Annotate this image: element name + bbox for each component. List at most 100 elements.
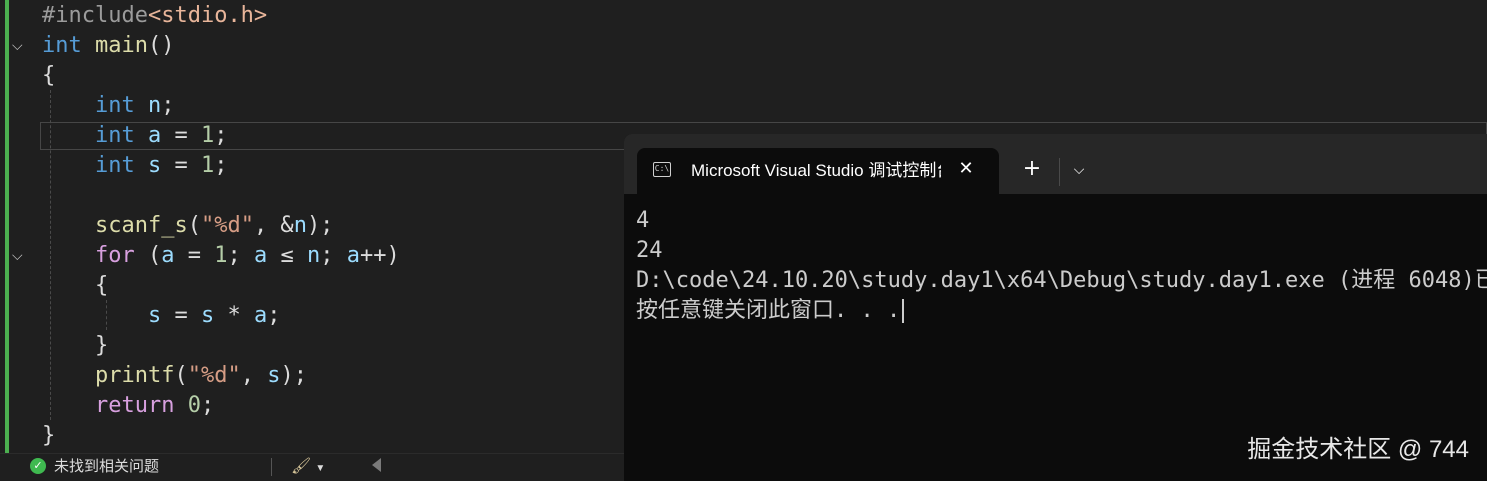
code-token: n [306,243,321,268]
code-token: int [94,93,135,118]
code-token: ++) [359,243,400,268]
code-line: int main() [42,31,174,61]
code-token: , & [253,213,294,238]
code-token: = [161,303,201,328]
code-token: s [147,153,162,178]
code-token: for [94,243,135,268]
console-icon: C:\ [653,162,671,177]
code-line: int n; [42,91,175,121]
code-token: s [200,303,215,328]
chevron-down-icon: ▼ [315,463,326,474]
code-line: int s = 1; [42,151,228,181]
code-line: { [42,61,55,91]
code-line: } [42,421,55,451]
code-token: } [42,423,56,448]
terminal-output-line: 4 [636,208,650,233]
status-bar: ✓ 未找到相关问题 🖌 ▼ [0,453,624,481]
code-token: a [161,243,175,268]
code-token: ); [280,363,307,388]
code-token: 1 [200,153,215,178]
code-token: = [161,153,201,178]
code-token: "%d" [200,213,254,238]
terminal-titlebar: C:\ Microsoft Visual Studio 调试控制台 ✕ + ⌵ [624,134,1487,194]
code-token: "%d" [187,363,241,388]
watermark: 掘金技术社区 @ 744 [1247,436,1469,463]
code-token: ; [227,243,254,268]
terminal-output-line: 按任意键关闭此窗口. . . [636,296,1487,326]
code-token: n [147,93,162,118]
plus-icon[interactable]: + [1020,158,1044,182]
chevron-down-icon[interactable]: ⌵ [12,31,28,61]
code-token: 0 [187,393,201,418]
close-icon[interactable]: ✕ [955,158,977,180]
code-token: ( [134,243,162,268]
status-divider [271,458,272,476]
code-token: ; [161,93,175,118]
code-token: * [214,303,254,328]
chevron-down-icon[interactable]: ⌵ [12,241,28,271]
code-token: return [94,393,175,418]
scroll-left-arrow[interactable] [372,458,381,472]
code-token: ≤ [267,243,307,268]
code-line: int a = 1; [42,121,228,151]
terminal-output-line: D:\code\24.10.20\study.day1\x64\Debug\st… [636,268,1487,293]
terminal-tab[interactable]: C:\ Microsoft Visual Studio 调试控制台 ✕ [637,148,999,194]
code-line: scanf_s("%d", &n); [42,211,333,241]
code-token: ; [267,303,281,328]
code-token: int [42,33,82,58]
code-token: , [240,363,268,388]
code-token: { [42,63,56,88]
issues-status-text[interactable]: 未找到相关问题 [54,458,159,476]
code-token: a [253,243,268,268]
code-line: s = s * a; [42,301,281,331]
code-token: ; [214,153,228,178]
terminal-output[interactable]: 4 24 D:\code\24.10.20\study.day1\x64\Deb… [636,206,1487,326]
terminal-output-line: 24 [636,238,663,263]
code-token: ); [306,213,334,238]
check-circle-icon: ✓ [30,458,46,474]
code-token: scanf_s [94,213,188,238]
code-token: s [267,363,281,388]
code-line: #include<stdio.h> [42,1,267,31]
code-token: = [161,123,201,148]
code-line: printf("%d", s); [42,361,307,391]
screen: ⌵ ⌵ #include<stdio.h> int main(){ int n; … [0,0,1487,481]
code-token: = [174,243,215,268]
code-token: ; [320,243,347,268]
code-token: ( [187,213,201,238]
text-cursor [902,299,905,323]
change-tracking-bar [5,0,9,453]
code-token: } [42,333,109,358]
code-token: 1 [214,243,228,268]
code-token: main [95,33,148,58]
code-line: } [42,331,108,361]
chevron-down-icon[interactable]: ⌵ [1067,158,1091,182]
code-token: () [147,33,175,58]
brush-icon: 🖌 [291,458,312,475]
code-token: { [42,273,109,298]
code-line: for (a = 1; a ≤ n; a++) [42,241,400,271]
code-token: int [94,153,135,178]
code-token: s [147,303,162,328]
code-cleanup-button[interactable]: 🖌 ▼ [291,457,331,477]
code-token: ( [174,363,188,388]
code-token: <stdio.h> [147,3,268,28]
code-line: { [42,271,108,301]
debug-console-window[interactable]: C:\ Microsoft Visual Studio 调试控制台 ✕ + ⌵ … [624,134,1487,481]
code-token: ; [200,393,215,418]
code-line: return 0; [42,391,214,421]
code-token: #include [42,3,148,28]
titlebar-divider [1059,158,1060,186]
code-token: a [346,243,360,268]
